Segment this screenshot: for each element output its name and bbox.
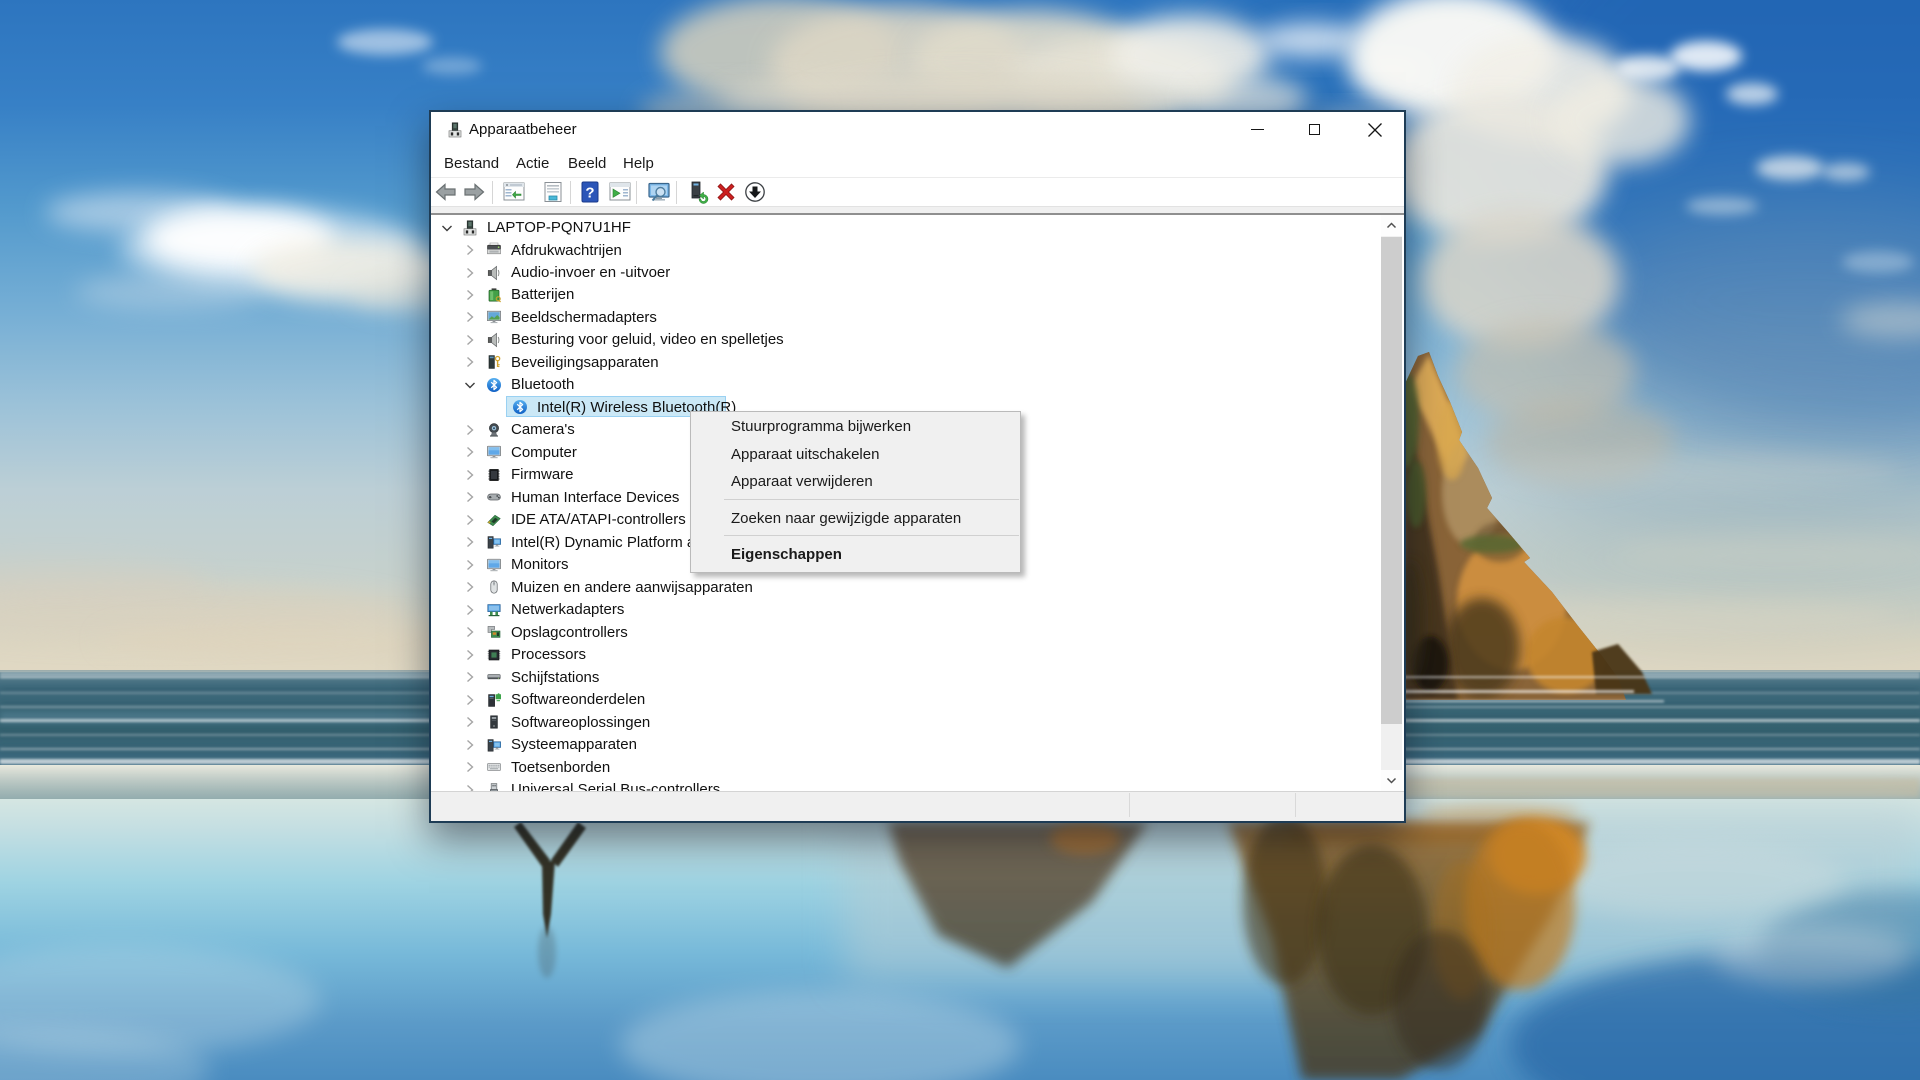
svg-text:?: ? [585, 185, 594, 202]
